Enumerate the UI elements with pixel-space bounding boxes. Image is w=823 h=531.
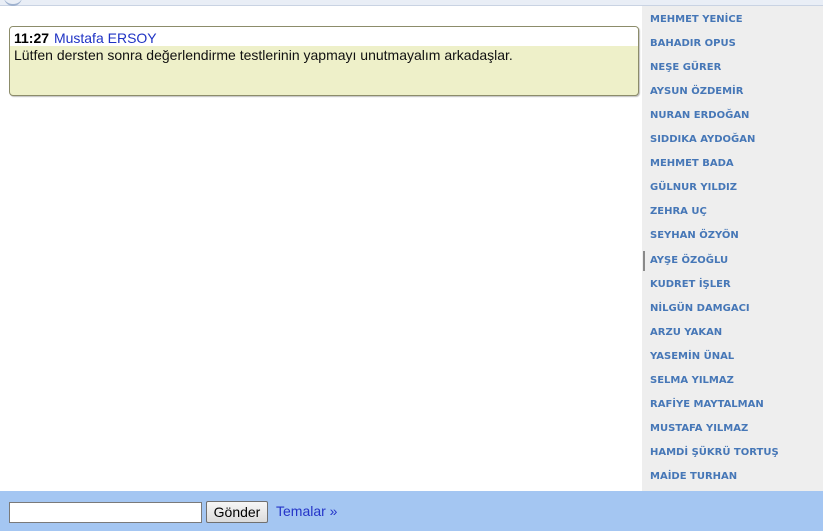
user-list-item[interactable]: MUSTAFA YILMAZ <box>642 419 823 439</box>
message-time: 11:27 <box>14 30 50 46</box>
user-list-item[interactable]: SEYHAN ÖZYÖN <box>642 226 823 246</box>
panel-resize-handle[interactable] <box>643 251 645 271</box>
user-list-item[interactable]: ARZU YAKAN <box>642 323 823 343</box>
send-button[interactable]: Gönder <box>206 501 268 523</box>
user-list-item[interactable]: YASEMİN ÜNAL <box>642 347 823 367</box>
user-list-item[interactable]: NURAN ERDOĞAN <box>642 106 823 126</box>
chat-message: 11:27 Mustafa ERSOY Lütfen dersten sonra… <box>9 26 639 96</box>
user-list-item[interactable]: MEHMET YENİCE <box>642 10 823 30</box>
chat-messages-area: 11:27 Mustafa ERSOY Lütfen dersten sonra… <box>0 6 642 491</box>
user-list-item[interactable]: MAİDE TURHAN <box>642 467 823 487</box>
message-header: 11:27 Mustafa ERSOY <box>10 27 638 46</box>
user-list-item[interactable]: BAHADIR OPUS <box>642 34 823 54</box>
user-list-item[interactable]: GÜLNUR YILDIZ <box>642 178 823 198</box>
user-list-item[interactable]: AYSUN ÖZDEMİR <box>642 82 823 102</box>
user-list-item[interactable]: MEHMET BADA <box>642 154 823 174</box>
user-list-item[interactable]: NİLGÜN DAMGACI <box>642 299 823 319</box>
message-input-bar: Gönder Temalar » <box>0 491 823 531</box>
user-list-item[interactable]: NEŞE GÜRER <box>642 58 823 78</box>
user-list-item[interactable]: HAMDİ ŞÜKRÜ TORTUŞ <box>642 443 823 463</box>
user-list-item[interactable]: KUDRET İŞLER <box>642 275 823 295</box>
user-list-item[interactable]: SIDDIKA AYDOĞAN <box>642 130 823 150</box>
user-list-item[interactable]: AYŞE ÖZOĞLU <box>642 251 823 271</box>
message-text: Lütfen dersten sonra değerlendirme testl… <box>14 47 513 63</box>
user-list-item[interactable]: RAFİYE MAYTALMAN <box>642 395 823 415</box>
user-list-item[interactable]: SELMA YILMAZ <box>642 371 823 391</box>
message-author[interactable]: Mustafa ERSOY <box>54 30 157 46</box>
themes-link[interactable]: Temalar » <box>276 503 337 520</box>
online-user-list: MEHMET YENİCE BAHADIR OPUS NEŞE GÜRER AY… <box>642 6 823 491</box>
user-list-item[interactable]: ZEHRA UÇ <box>642 202 823 222</box>
message-input[interactable] <box>9 502 202 523</box>
